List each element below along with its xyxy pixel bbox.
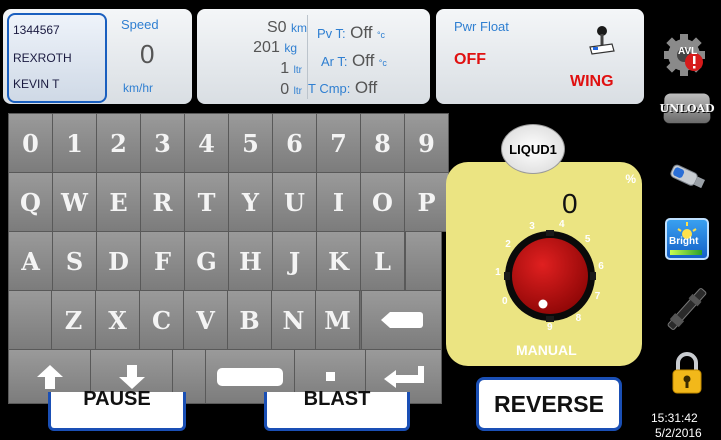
driver-name: KEVIN T (13, 77, 60, 91)
driver-company: REXROTH (13, 51, 72, 65)
key-u[interactable]: U (272, 172, 317, 232)
stat-weight: 201 kg (253, 39, 297, 56)
pwr-float-panel: Pwr Float OFF WING (436, 9, 644, 104)
pause-button[interactable]: PAUSE (48, 388, 186, 431)
dial-mode-label: MANUAL (516, 342, 577, 358)
percent-symbol: % (625, 172, 636, 186)
usb-drive-icon[interactable] (664, 158, 710, 194)
unload-label: UNLOAD (659, 101, 715, 115)
bright-label: Bright (669, 236, 699, 247)
key-r[interactable]: R (140, 172, 185, 232)
key-4[interactable]: 4 (184, 113, 229, 173)
key-f[interactable]: F (140, 231, 185, 291)
pv-temp: Pv T: Off °c (317, 23, 386, 42)
brightness-icon[interactable]: Bright (664, 218, 710, 260)
wing-label[interactable]: WING (570, 73, 614, 91)
unload-icon[interactable]: UNLOAD (659, 90, 715, 126)
liquid-selector-button[interactable]: LIQUD1 (501, 124, 565, 174)
dial-tick-label: 6 (598, 260, 604, 272)
key-6[interactable]: 6 (272, 113, 317, 173)
speed-value: 0 (140, 39, 155, 69)
driver-id: 1344567 (13, 23, 60, 37)
key-o[interactable]: O (360, 172, 405, 232)
speed-unit: km/hr (123, 81, 153, 95)
key-k[interactable]: K (316, 231, 361, 291)
key-9[interactable]: 9 (404, 113, 449, 173)
dial-value: 0 (562, 188, 578, 219)
key-0[interactable]: 0 (8, 113, 53, 173)
ar-temp: Ar T: Off °c (321, 51, 387, 70)
stat-volume-2: 0 ltr (280, 81, 302, 98)
pwr-float-state[interactable]: OFF (454, 51, 486, 69)
key-v[interactable]: V (183, 290, 228, 350)
lock-icon[interactable] (664, 350, 710, 396)
dial-tick-label: 1 (495, 266, 501, 278)
joystick-icon[interactable] (586, 25, 616, 62)
backspace-key[interactable] (361, 290, 442, 350)
key-s[interactable]: S (52, 231, 97, 291)
key-n[interactable]: N (271, 290, 316, 350)
key-y[interactable]: Y (228, 172, 273, 232)
key-x[interactable]: X (95, 290, 140, 350)
key-d[interactable]: D (96, 231, 141, 291)
dial-tick-label: 4 (558, 219, 565, 231)
key-w[interactable]: W (52, 172, 97, 232)
on-screen-keyboard: 0123456789 QWERTYUIOP ASDFGHJKL ZXCVBNM (8, 113, 449, 404)
compressor-temp: T Cmp: Off (308, 78, 378, 97)
driver-panel: 1344567 REXROTH KEVIN T Speed 0 km/hr (3, 9, 192, 104)
key-a[interactable]: A (8, 231, 53, 291)
key-l[interactable]: L (360, 231, 405, 291)
stat-distance: S0 km (266, 19, 307, 36)
key-7[interactable]: 7 (316, 113, 361, 173)
reverse-button[interactable]: REVERSE (476, 377, 622, 431)
key-m[interactable]: M (315, 290, 360, 350)
pipe-tool-icon[interactable] (664, 283, 710, 335)
dial-knob[interactable] (504, 230, 596, 327)
key-b[interactable]: B (227, 290, 272, 350)
key-z[interactable]: Z (51, 290, 96, 350)
key-q[interactable]: Q (8, 172, 53, 232)
blank-key (8, 290, 52, 350)
avl-gear-icon[interactable]: AVL (664, 34, 710, 76)
key-h[interactable]: H (228, 231, 273, 291)
key-p[interactable]: P (404, 172, 449, 232)
key-1[interactable]: 1 (52, 113, 97, 173)
key-g[interactable]: G (184, 231, 229, 291)
key-2[interactable]: 2 (96, 113, 141, 173)
key-j[interactable]: J (272, 231, 317, 291)
key-8[interactable]: 8 (360, 113, 405, 173)
clock-time: 15:31:42 (651, 411, 698, 425)
key-3[interactable]: 3 (140, 113, 185, 173)
stats-panel: S0 km 201 kg 1 ltr 0 ltr Pv T: Off °c Ar… (197, 9, 430, 104)
key-c[interactable]: C (139, 290, 184, 350)
clock-date: 5/2/2016 (655, 426, 702, 440)
key-i[interactable]: I (316, 172, 361, 232)
driver-id-box[interactable]: 1344567 REXROTH KEVIN T (7, 13, 107, 103)
avl-label: AVL (678, 46, 698, 57)
pwr-float-label: Pwr Float (454, 19, 509, 34)
speed-label: Speed (121, 17, 159, 32)
key-t[interactable]: T (184, 172, 229, 232)
blast-button[interactable]: BLAST (264, 388, 410, 431)
key-5[interactable]: 5 (228, 113, 273, 173)
blank-key (405, 231, 442, 291)
brightness-level-bar (670, 250, 702, 255)
stat-volume-1: 1 ltr (280, 60, 302, 77)
key-e[interactable]: E (96, 172, 141, 232)
